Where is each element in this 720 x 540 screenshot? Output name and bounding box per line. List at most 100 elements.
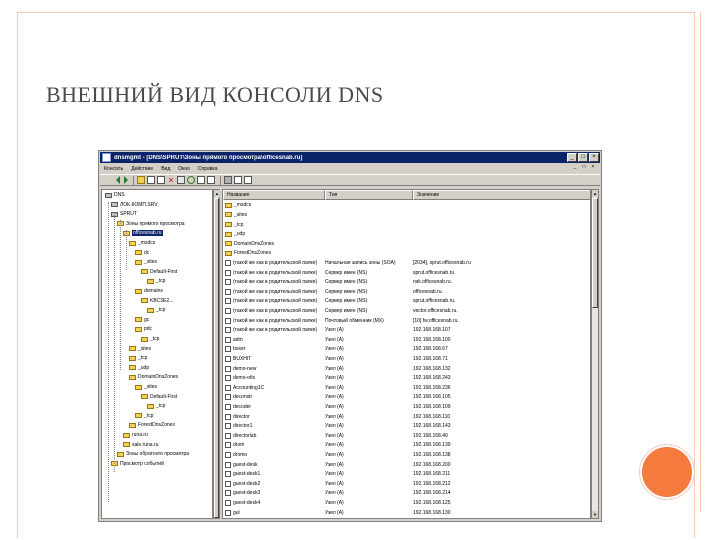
export-icon[interactable]	[197, 176, 205, 184]
tree-item[interactable]: _sites	[129, 345, 151, 353]
table-row[interactable]: guest-desk3 Узел (A) 192.168.168.214	[223, 489, 590, 498]
table-row[interactable]: (такой же как в родительской папке) Серве…	[223, 278, 590, 287]
table-row[interactable]: guest-desk4 Узел (A) 192.168.168.125	[223, 499, 590, 508]
table-row[interactable]: Accounting1C Узел (A) 192.168.168.236	[223, 383, 590, 392]
menu-item[interactable]: Консоль	[100, 166, 127, 172]
column-header-name[interactable]: Название	[223, 190, 325, 200]
column-header-value[interactable]: Значение	[413, 190, 590, 200]
table-row[interactable]: (такой же как в родительской папке) Серве…	[223, 268, 590, 277]
table-row[interactable]: boxer Узел (A) 192.168.168.67	[223, 345, 590, 354]
close-button[interactable]: ×	[589, 153, 599, 162]
tree-item[interactable]: KBC3E2...	[141, 297, 173, 305]
console-tree[interactable]: DNS ЛОК.КОМП.SRV SPRUT Зоны прямого просмот…	[101, 189, 213, 519]
tree-item[interactable]: officesnab.ru	[123, 229, 163, 237]
column-header-type[interactable]: Тип	[325, 190, 413, 200]
menu-item[interactable]: Вид	[157, 166, 174, 172]
tree-item[interactable]: Default-First	[141, 393, 177, 401]
forward-icon[interactable]	[124, 176, 128, 184]
record-type: Узел (A)	[325, 480, 344, 487]
table-row[interactable]: guest-desk1 Узел (A) 192.168.168.211	[223, 470, 590, 479]
tree-item[interactable]: _tcp	[141, 335, 159, 343]
tree-item[interactable]: dc	[135, 249, 149, 257]
table-row[interactable]: dromo Узел (A) 192.168.168.138	[223, 451, 590, 460]
mdi-restore-button[interactable]: □	[580, 164, 588, 171]
tree-item[interactable]: _tcp	[147, 306, 165, 314]
table-row[interactable]: (такой же как в родительской папке) Начал…	[223, 259, 590, 268]
list-scroll-thumb[interactable]	[592, 198, 598, 308]
table-row[interactable]: DomainDnsZones	[223, 239, 590, 248]
show-tree-icon[interactable]	[147, 176, 155, 184]
tree-item[interactable]: Зоны прямого просмотра	[117, 220, 185, 228]
table-row[interactable]: decoder Узел (A) 192.168.168.109	[223, 403, 590, 412]
folder-icon	[135, 326, 142, 332]
tree-item[interactable]: _tcp	[129, 354, 147, 362]
tree-item[interactable]: pdc	[135, 325, 152, 333]
list-scroll-up-icon[interactable]: ▲	[592, 190, 598, 197]
tree-item[interactable]: runa.ru	[123, 431, 148, 439]
menu-item[interactable]: Окно	[174, 166, 194, 172]
tree-scrollbar[interactable]: ▲	[213, 189, 220, 519]
table-row[interactable]: demo-ofis Узел (A) 192.168.168.243	[223, 374, 590, 383]
table-row[interactable]: drom Узел (A) 192.168.168.139	[223, 441, 590, 450]
tree-item[interactable]: _tcp	[147, 277, 165, 285]
table-row[interactable]: guest-desk2 Узел (A) 192.168.168.212	[223, 479, 590, 488]
tree-item[interactable]: ЛОК.КОМП.SRV	[111, 201, 158, 209]
table-row[interactable]: _udp	[223, 230, 590, 239]
tree-item[interactable]: domains	[135, 287, 163, 295]
mdi-close-button[interactable]: ×	[589, 164, 597, 171]
table-row[interactable]: (такой же как в родительской папке) Серве…	[223, 307, 590, 316]
table-row[interactable]: adm Узел (A) 192.168.168.100	[223, 335, 590, 344]
table-row[interactable]: (такой же как в родительской папке) Серве…	[223, 287, 590, 296]
mdi-minimize-button[interactable]: _	[571, 164, 579, 171]
maximize-button[interactable]: □	[578, 153, 588, 162]
tree-item[interactable]: gc	[135, 316, 149, 324]
new-domain-icon[interactable]	[244, 176, 252, 184]
table-row[interactable]: ForestDnsZones	[223, 249, 590, 258]
table-row[interactable]: BUXHIT Узел (A) 192.168.168.71	[223, 355, 590, 364]
table-row[interactable]: guest-desk Узел (A) 192.168.168.200	[223, 460, 590, 469]
list-scrollbar[interactable]: ▲ ▼	[591, 189, 599, 519]
refresh-icon[interactable]	[187, 176, 195, 184]
tree-item[interactable]: _sites	[135, 383, 157, 391]
tree-scroll-up-icon[interactable]: ▲	[214, 190, 220, 197]
table-row[interactable]: directorlab Узел (A) 192.168.168.40	[223, 431, 590, 440]
back-icon[interactable]	[112, 176, 120, 184]
window-title: dnsmgmt - [DNS\SPRUT\Зоны прямого просмо…	[114, 154, 303, 161]
menu-item[interactable]: Действие	[127, 166, 157, 172]
tree-item[interactable]: Просмотр событий	[111, 460, 164, 468]
help-icon[interactable]	[207, 176, 215, 184]
minimize-button[interactable]: _	[567, 153, 577, 162]
copy-icon[interactable]	[157, 176, 165, 184]
menu-item[interactable]: Справка	[194, 166, 222, 172]
table-row[interactable]: _msdcs	[223, 201, 590, 210]
table-row[interactable]: (такой же как в родительской папке) Почто…	[223, 316, 590, 325]
tree-item[interactable]: _tcp	[147, 402, 165, 410]
list-scroll-down-icon[interactable]: ▼	[592, 511, 598, 518]
table-row[interactable]: (такой же как в родительской папке) Узел …	[223, 326, 590, 335]
table-row[interactable]: _sites	[223, 211, 590, 220]
table-row[interactable]: gul Узел (A) 192.168.168.130	[223, 508, 590, 517]
tree-item[interactable]: _tcp	[135, 412, 153, 420]
tree-item[interactable]: DNS	[105, 191, 125, 199]
table-row[interactable]: director1 Узел (A) 192.168.168.143	[223, 422, 590, 431]
new-record-icon[interactable]	[234, 176, 242, 184]
tree-item[interactable]: _udp	[129, 364, 149, 372]
tree-item[interactable]: DomainDnsZones	[129, 373, 178, 381]
server-icon[interactable]	[224, 176, 232, 184]
tree-item[interactable]: Default-First	[141, 268, 177, 276]
up-folder-icon[interactable]	[137, 176, 145, 184]
window-titlebar[interactable]: dnsmgmt - [DNS\SPRUT\Зоны прямого просмо…	[100, 152, 600, 163]
table-row[interactable]: (такой же как в родительской папке) Серве…	[223, 297, 590, 306]
delete-icon[interactable]: ×	[167, 176, 175, 185]
table-row[interactable]: deconstr Узел (A) 192.168.168.105	[223, 393, 590, 402]
table-row[interactable]: director Узел (A) 192.168.168.110	[223, 412, 590, 421]
table-row[interactable]: _tcp	[223, 220, 590, 229]
tree-item[interactable]: Зоны обратного просмотра	[117, 450, 189, 458]
table-row[interactable]: demo-new Узел (A) 192.168.168.132	[223, 364, 590, 373]
tree-item[interactable]: sale.runa.ru	[123, 441, 158, 449]
tree-item[interactable]: _sites	[135, 258, 157, 266]
tree-scroll-thumb[interactable]	[214, 198, 219, 518]
tree-item[interactable]: _msdcs	[129, 239, 155, 247]
properties-icon[interactable]	[177, 176, 185, 184]
tree-item[interactable]: ForestDnsZones	[129, 421, 175, 429]
